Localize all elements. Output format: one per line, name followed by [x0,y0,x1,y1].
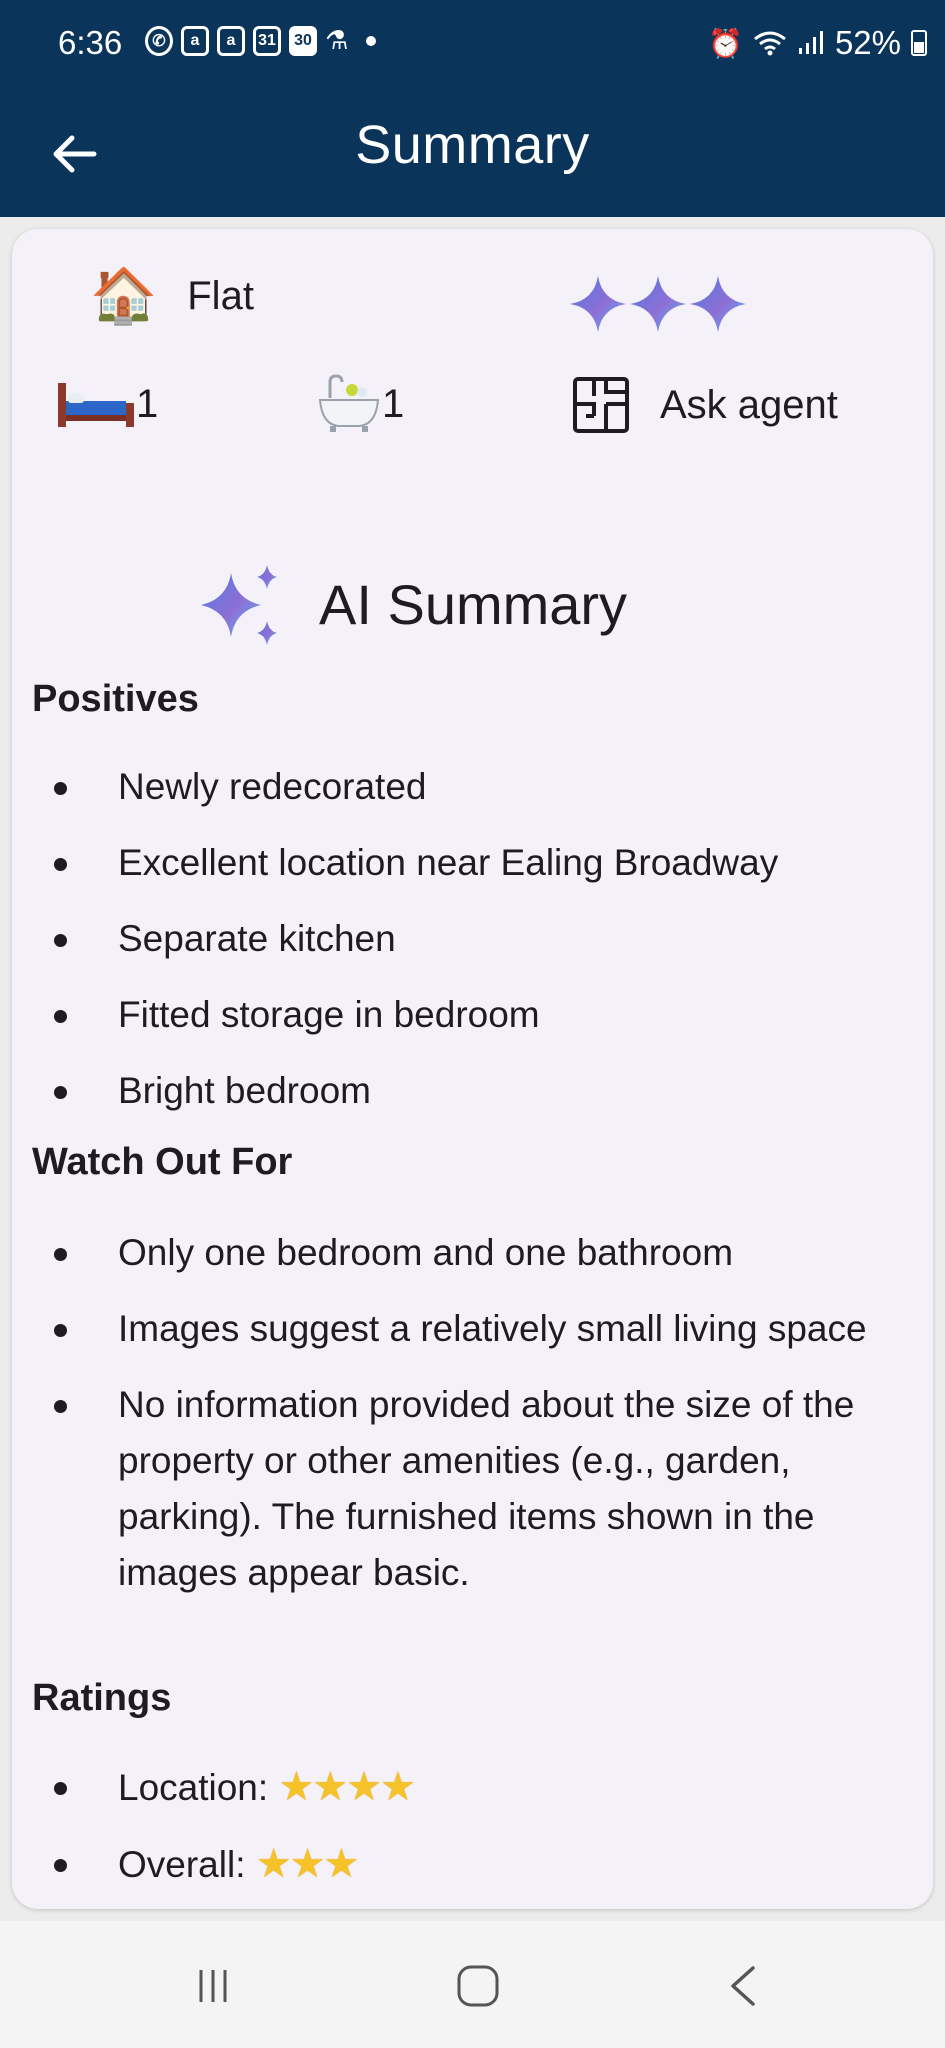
house-icon: 🏠 [90,266,158,326]
positives-heading: Positives [32,678,199,720]
floorplan: Ask agent [572,376,838,434]
app-bar: Summary [0,94,945,217]
property-type-label: Flat [187,273,254,318]
battery-icon [911,30,927,56]
watch-out-heading: Watch Out For [32,1141,293,1183]
star-rating: ★★★★ [278,1765,415,1809]
list-item: Excellent location near Ealing Broadway [32,835,912,891]
notification-icons: ✆ a a 31 30 ⚗ [145,26,377,56]
watch-out-list: Only one bedroom and one bathroom Images… [32,1225,912,1621]
calendar-icon: 31 [253,26,281,56]
list-item: Only one bedroom and one bathroom [32,1225,912,1281]
signal-icon [798,31,823,54]
positives-list: Newly redecorated Excellent location nea… [32,759,912,1139]
floorplan-icon [573,377,629,433]
rating-overall: Overall: ★★★ [32,1836,912,1893]
property-type: 🏠 Flat [90,269,254,323]
floorplan-label: Ask agent [660,382,838,427]
system-status: ⏰ 52% [708,24,927,62]
bathrooms: 1 [316,374,404,434]
list-item: Fitted storage in bedroom [32,987,912,1043]
calendar-icon: 30 [289,26,317,56]
nav-back-button[interactable] [708,1951,778,2021]
bathtub-icon [318,374,380,432]
system-nav-bar [0,1921,945,2048]
bathrooms-count: 1 [382,381,405,426]
ai-summary-heading: AI Summary [197,559,627,649]
wifi-icon [754,31,786,56]
status-bar: 6:36 ✆ a a 31 30 ⚗ ⏰ 52% [0,0,945,94]
recents-button[interactable] [178,1951,248,2021]
bedrooms-count: 1 [136,381,159,426]
battery-percent: 52% [834,24,901,61]
alarm-icon: ⏰ [708,27,743,59]
star-rating: ★★★ [255,1842,360,1886]
amazon-icon: a [181,26,209,56]
rating-location: Location: ★★★★ [32,1759,912,1816]
home-button[interactable] [443,1951,513,2021]
rating-label: Location: [118,1767,269,1808]
ratings-heading: Ratings [32,1677,172,1719]
ratings-list: Location: ★★★★ Overall: ★★★ [32,1759,912,1913]
list-item: Bright bedroom [32,1063,912,1119]
list-item: Separate kitchen [32,911,912,967]
page-title: Summary [355,115,590,175]
app-notification-icon: ⚗ [325,26,349,56]
recents-icon [199,1970,227,2002]
bed-icon [58,383,134,427]
list-item: Images suggest a relatively small living… [32,1301,912,1357]
status-time: 6:36 [58,24,123,61]
list-item: No information provided about the size o… [32,1377,912,1601]
list-item: Newly redecorated [32,759,912,815]
summary-card: 🏠 Flat 1 1 Ask agent AI Summary Positive… [12,229,933,1909]
ai-sparkles-badge [568,274,748,334]
ai-summary-title: AI Summary [319,572,628,636]
whatsapp-icon: ✆ [145,26,173,56]
sparkles-icon [570,276,746,332]
chevron-left-icon [731,1966,755,2006]
more-notifications-icon [366,36,377,46]
amazon-icon: a [217,26,245,56]
rating-label: Overall: [118,1844,246,1885]
bedrooms: 1 [56,379,158,429]
home-icon [457,1965,499,2007]
ai-sparkles-icon [201,565,277,645]
